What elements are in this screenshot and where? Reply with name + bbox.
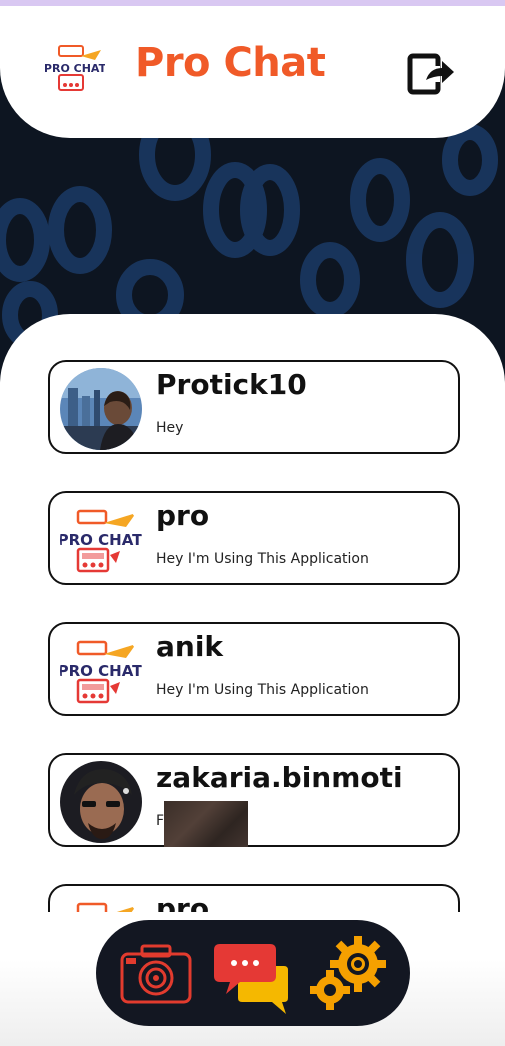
logo-avatar-icon: PRO CHAT (60, 630, 142, 712)
logo-avatar-icon: PRO CHAT (60, 499, 142, 581)
redaction-overlay (164, 801, 248, 847)
avatar (60, 368, 142, 450)
bottom-nav (96, 920, 410, 1026)
chat-item[interactable]: PRO CHAT anik Hey I'm Using This Applica… (48, 622, 460, 716)
chat-item[interactable]: PRO CHAT pro Hey I'm Using This Applicat… (48, 491, 460, 585)
app-header: PRO CHAT Pro Chat (0, 6, 505, 138)
logo-avatar-icon (60, 892, 142, 912)
avatar (60, 761, 142, 843)
logout-icon[interactable] (404, 50, 458, 98)
chat-item[interactable]: pro (48, 884, 460, 912)
logo-text: PRO CHAT (45, 62, 105, 75)
app-logo: PRO CHAT (45, 45, 105, 91)
chat-list[interactable]: Protick10 Hey PRO CHAT pro Hey I'm Using… (48, 360, 462, 912)
avatar: PRO CHAT (60, 630, 142, 712)
chat-name: pro (156, 892, 210, 912)
chat-name: anik (156, 630, 224, 663)
chat-item[interactable]: Protick10 Hey (48, 360, 460, 454)
logo-text: PRO CHAT (60, 531, 142, 549)
chat-name: zakaria.binmoti (156, 761, 403, 794)
chat-item[interactable]: zakaria.binmoti F h (48, 753, 460, 847)
chat-status: Hey I'm Using This Application (156, 682, 369, 698)
avatar: PRO CHAT (60, 499, 142, 581)
logo-text: PRO CHAT (60, 662, 142, 680)
chat-name: pro (156, 499, 210, 532)
chat-icon[interactable] (212, 934, 292, 1014)
app-title: Pro Chat (135, 40, 326, 86)
camera-icon[interactable] (116, 934, 196, 1014)
avatar (60, 892, 142, 912)
chat-name: Protick10 (156, 368, 307, 401)
chat-status: Hey I'm Using This Application (156, 551, 369, 567)
settings-icon[interactable] (308, 934, 388, 1014)
chat-status: Hey (156, 420, 184, 436)
